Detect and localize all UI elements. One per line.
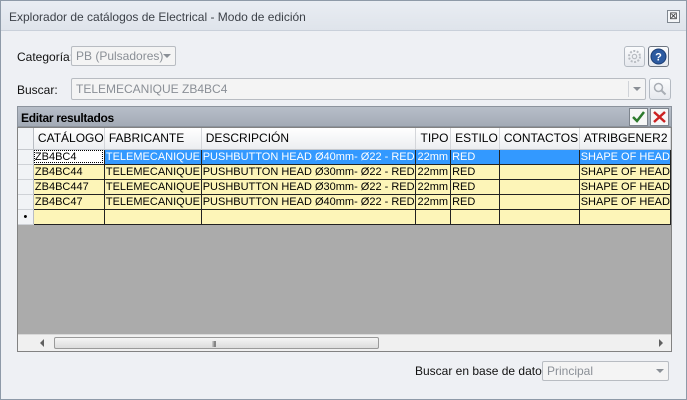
table-cell[interactable]: SHAPE OF HEAD <box>579 179 671 195</box>
table-cell[interactable]: TELEMECANIQUE <box>104 164 202 180</box>
column-header-attribute[interactable]: ATRIBGENER2 <box>579 128 671 150</box>
column-header-contacts[interactable]: CONTACTOS <box>499 128 580 150</box>
scroll-left-icon[interactable] <box>40 339 44 347</box>
table-cell[interactable]: SHAPE OF HEAD <box>579 164 671 180</box>
row-header-corner <box>18 128 34 150</box>
table-cell[interactable]: 22mm <box>415 149 452 165</box>
row-header[interactable] <box>18 149 34 165</box>
gear-icon <box>628 50 641 63</box>
window-title: Explorador de catálogos de Electrical - … <box>9 10 306 24</box>
table-cell[interactable]: TELEMECANIQUE <box>104 179 202 195</box>
table-cell[interactable] <box>450 209 500 225</box>
table-cell[interactable] <box>33 209 105 225</box>
search-label: Buscar: <box>17 83 58 97</box>
category-value: PB (Pulsadores) <box>76 49 164 63</box>
table-cell[interactable]: PUSHBUTTON HEAD Ø30mm- Ø22 - RED <box>201 164 417 180</box>
table-cell[interactable]: RED <box>450 194 500 210</box>
table-cell[interactable]: ZB4BC44 <box>33 164 105 180</box>
table-cell[interactable]: PUSHBUTTON HEAD Ø30mm- Ø22 - RED <box>201 179 417 195</box>
search-input[interactable]: TELEMECANIQUE ZB4BC4 <box>71 78 646 100</box>
table-cell[interactable]: ZB4BC4 <box>33 149 105 165</box>
category-label: Categoría: <box>17 50 74 64</box>
table-cell[interactable]: TELEMECANIQUE <box>104 149 202 165</box>
catalog-browser-window: Explorador de catálogos de Electrical - … <box>0 0 687 400</box>
row-header[interactable] <box>18 179 34 195</box>
table-cell[interactable]: PUSHBUTTON HEAD Ø40mm- Ø22 - RED <box>201 149 417 165</box>
row-header[interactable] <box>18 164 34 180</box>
table-cell[interactable]: RED <box>450 149 500 165</box>
column-header-description[interactable]: DESCRIPCIÓN <box>201 128 417 150</box>
help-icon: ? <box>650 48 667 65</box>
table-row[interactable]: ZB4BC4 TELEMECANIQUE PUSHBUTTON HEAD Ø40… <box>18 149 671 165</box>
table-cell[interactable]: ZB4BC447 <box>33 179 105 195</box>
scroll-thumb[interactable]: III <box>54 337 379 349</box>
table-row[interactable]: ZB4BC44 TELEMECANIQUE PUSHBUTTON HEAD Ø3… <box>18 164 671 180</box>
database-select[interactable]: Principal <box>542 361 669 381</box>
search-value: TELEMECANIQUE ZB4BC4 <box>76 82 228 96</box>
svg-text:?: ? <box>655 52 662 64</box>
search-icon <box>653 82 667 96</box>
table-cell[interactable] <box>499 179 580 195</box>
table-cell[interactable] <box>499 164 580 180</box>
table-cell[interactable]: SHAPE OF HEAD <box>579 194 671 210</box>
settings-button[interactable] <box>624 46 645 67</box>
accept-button[interactable] <box>629 108 648 126</box>
table-cell[interactable] <box>201 209 417 225</box>
database-label: Buscar en base de datos: <box>415 364 552 378</box>
combo-divider <box>628 81 629 97</box>
results-grid[interactable]: CATÁLOGO FABRICANTE DESCRIPCIÓN TIPO EST… <box>17 127 672 352</box>
table-cell[interactable] <box>499 209 580 225</box>
edit-results-header: Editar resultados <box>17 106 672 127</box>
table-cell[interactable] <box>415 209 452 225</box>
column-header-manufacturer[interactable]: FABRICANTE <box>104 128 202 150</box>
table-cell[interactable]: SHAPE OF HEAD <box>579 149 671 165</box>
table-cell[interactable]: 22mm <box>415 179 452 195</box>
table-cell[interactable] <box>579 209 671 225</box>
close-window-button[interactable]: ⊠ <box>667 10 680 23</box>
column-header-catalog[interactable]: CATÁLOGO <box>33 128 105 150</box>
column-header-style[interactable]: ESTILO <box>450 128 500 150</box>
table-cell[interactable] <box>499 194 580 210</box>
category-select[interactable]: PB (Pulsadores) <box>71 46 176 66</box>
scroll-right-icon[interactable] <box>659 339 663 347</box>
table-row[interactable]: ZB4BC47 TELEMECANIQUE PUSHBUTTON HEAD Ø4… <box>18 194 671 210</box>
table-row[interactable]: ZB4BC447 TELEMECANIQUE PUSHBUTTON HEAD Ø… <box>18 179 671 195</box>
table-cell[interactable]: RED <box>450 164 500 180</box>
new-row-marker[interactable]: • <box>18 209 34 225</box>
table-cell[interactable]: 22mm <box>415 194 452 210</box>
new-row[interactable]: • <box>18 209 671 225</box>
table-cell[interactable]: PUSHBUTTON HEAD Ø40mm- Ø22 - RED <box>201 194 417 210</box>
table-cell[interactable]: RED <box>450 179 500 195</box>
table-cell[interactable] <box>104 209 202 225</box>
table-header-row: CATÁLOGO FABRICANTE DESCRIPCIÓN TIPO EST… <box>18 128 671 150</box>
table-cell[interactable]: TELEMECANIQUE <box>104 194 202 210</box>
table-cell[interactable]: ZB4BC47 <box>33 194 105 210</box>
title-bar[interactable]: Explorador de catálogos de Electrical - … <box>1 1 686 31</box>
horizontal-scrollbar[interactable]: III <box>18 334 671 351</box>
column-header-type[interactable]: TIPO <box>415 128 452 150</box>
cancel-button[interactable] <box>650 108 669 126</box>
results-table: CATÁLOGO FABRICANTE DESCRIPCIÓN TIPO EST… <box>18 128 671 225</box>
chevron-down-icon <box>633 87 641 91</box>
edit-results-title: Editar resultados <box>21 111 114 125</box>
row-header[interactable] <box>18 194 34 210</box>
search-button[interactable] <box>649 78 671 100</box>
scroll-grip: III <box>212 340 217 349</box>
close-icon <box>653 111 666 123</box>
table-cell[interactable]: 22mm <box>415 164 452 180</box>
table-cell[interactable] <box>499 149 580 165</box>
database-value: Principal <box>547 364 594 378</box>
chevron-down-icon <box>656 369 664 373</box>
help-button[interactable]: ? <box>648 46 669 67</box>
check-icon <box>632 111 645 123</box>
chevron-down-icon <box>163 54 171 58</box>
